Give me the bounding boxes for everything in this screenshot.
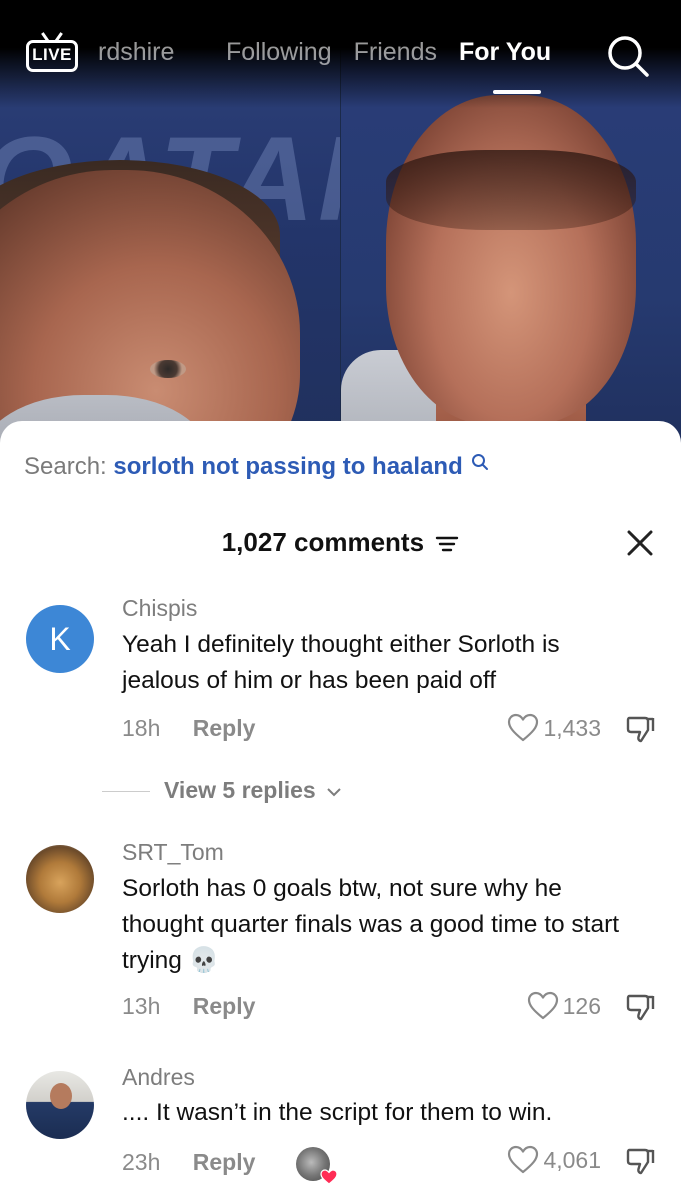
- tab-friends[interactable]: Friends: [354, 38, 437, 78]
- live-label: LIVE: [32, 45, 72, 64]
- comment-meta: 13h Reply: [122, 993, 255, 1020]
- heart-icon: [508, 713, 539, 742]
- like-button[interactable]: 126: [527, 991, 601, 1021]
- dislike-icon[interactable]: [625, 1146, 655, 1176]
- search-query-link[interactable]: sorloth not passing to haaland: [113, 453, 462, 480]
- dislike-icon[interactable]: [625, 714, 655, 744]
- search-icon: [472, 454, 489, 470]
- comment-text: Sorloth has 0 goals btw, not sure why he…: [122, 875, 620, 974]
- view-replies-label: View 5 replies: [164, 777, 316, 803]
- creator-liked-badge: [295, 1147, 338, 1185]
- avatar[interactable]: [26, 845, 94, 913]
- comment-time: 23h: [122, 1149, 161, 1176]
- close-button[interactable]: [626, 529, 654, 557]
- chevron-down-icon: [327, 788, 341, 797]
- comment-text: Yeah I definitely thought either Sorloth…: [122, 631, 560, 694]
- reply-button[interactable]: Reply: [193, 993, 256, 1019]
- feed-tabs: rdshire Following Friends For You: [98, 38, 573, 78]
- dislike-icon[interactable]: [625, 992, 655, 1022]
- top-navigation: LIVE rdshire Following Friends For You: [0, 0, 681, 108]
- comment-username[interactable]: Chispis: [122, 595, 197, 622]
- heart-icon: [508, 1145, 539, 1174]
- comment-meta: 23h Reply: [122, 1147, 338, 1185]
- comment-count: 1,027 comments: [221, 527, 425, 557]
- avatar[interactable]: [26, 1071, 94, 1139]
- comments-sheet: Search: sorloth not passing to haaland 1…: [0, 421, 681, 1200]
- heart-icon: [320, 1169, 338, 1185]
- divider: [102, 791, 150, 793]
- like-button[interactable]: 4,061: [507, 1145, 601, 1175]
- video-frame-left: QATAR: [0, 50, 340, 460]
- comment-username[interactable]: SRT_Tom: [122, 839, 224, 866]
- close-icon: [627, 530, 653, 556]
- related-search[interactable]: Search: sorloth not passing to haaland: [24, 453, 489, 481]
- reply-button[interactable]: Reply: [193, 715, 256, 741]
- reply-button[interactable]: Reply: [193, 1149, 256, 1175]
- tab-following[interactable]: Following: [226, 38, 332, 78]
- like-button[interactable]: 1,433: [507, 713, 601, 743]
- video-frame-right: [341, 50, 681, 460]
- comment-count-header: 1,027 comments: [0, 527, 681, 558]
- avatar[interactable]: K: [26, 605, 94, 673]
- comment-text: .... It wasn’t in the script for them to…: [122, 1099, 553, 1126]
- view-replies-button[interactable]: View 5 replies: [102, 777, 342, 804]
- tab-staffordshire[interactable]: rdshire: [98, 38, 206, 78]
- comment-time: 13h: [122, 993, 161, 1019]
- active-tab-indicator: [493, 90, 541, 94]
- heart-icon: [527, 991, 558, 1020]
- search-label: Search:: [24, 453, 107, 480]
- comment-username[interactable]: Andres: [122, 1064, 195, 1091]
- like-count: 126: [562, 992, 601, 1019]
- filter-icon[interactable]: [435, 534, 459, 554]
- comment-meta: 18h Reply: [122, 715, 255, 742]
- like-count: 1,433: [543, 714, 601, 741]
- search-icon: [608, 36, 649, 77]
- search-button[interactable]: [606, 34, 650, 78]
- comment-time: 18h: [122, 715, 161, 741]
- tab-for-you[interactable]: For You: [459, 38, 551, 78]
- like-count: 4,061: [543, 1146, 601, 1173]
- live-button[interactable]: LIVE: [26, 32, 78, 72]
